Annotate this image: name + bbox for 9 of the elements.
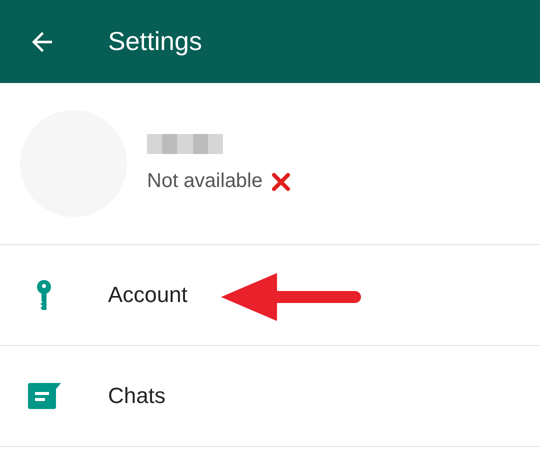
item-label: Chats [108, 383, 166, 409]
profile-status: Not available [147, 170, 263, 193]
profile-row[interactable]: Not available [0, 83, 540, 245]
cross-icon [270, 172, 291, 192]
screen-title: Settings [108, 26, 202, 57]
settings-item[interactable]: Chats [0, 346, 540, 447]
key-icon [37, 280, 51, 310]
item-label: Account [108, 282, 188, 308]
message-icon [27, 383, 61, 409]
